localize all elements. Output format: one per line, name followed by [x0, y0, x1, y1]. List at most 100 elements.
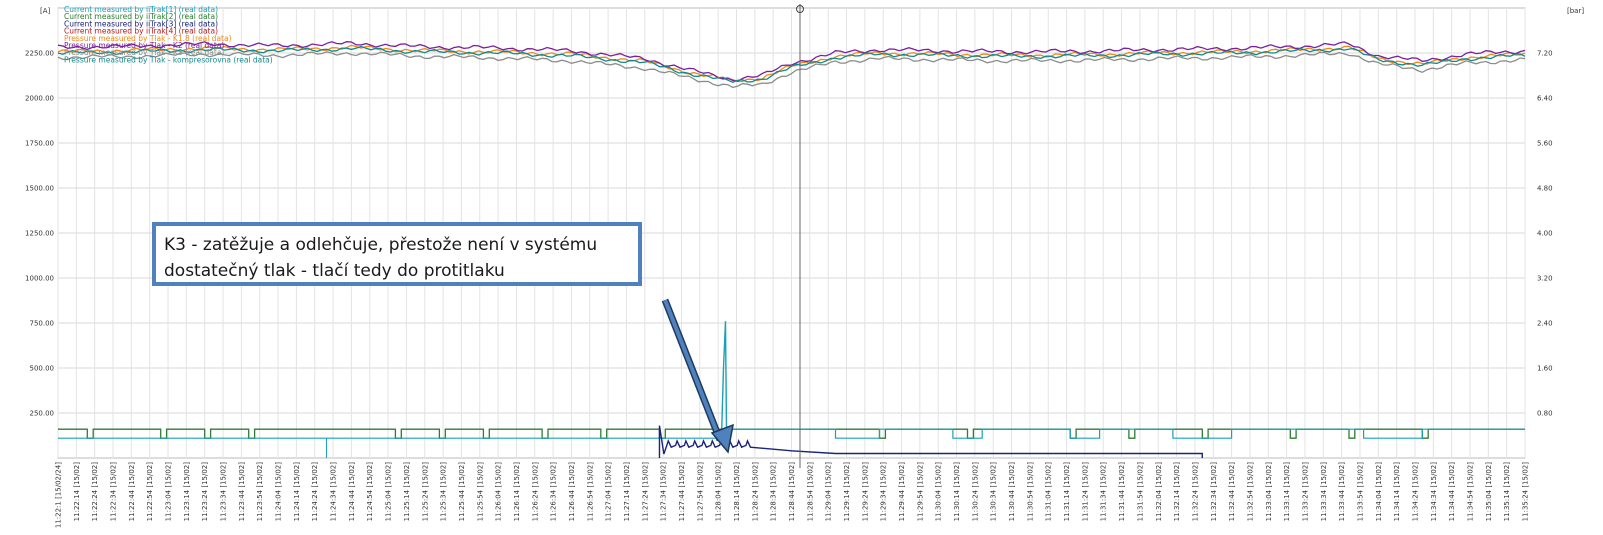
x-tick-label: 11:22:24 [15/02]	[91, 462, 99, 522]
x-tick-label: 11:32:34 [15/02]	[1210, 462, 1218, 522]
left-tick-label: 1000.00	[25, 275, 54, 283]
right-tick-label: 7.20	[1537, 50, 1553, 58]
x-tick-label: 11:27:34 [15/02]	[660, 462, 668, 522]
x-tick-label: 11:26:24 [15/02]	[531, 462, 539, 522]
x-tick-label: 11:24:04 [15/02]	[275, 462, 283, 522]
x-tick-label: 11:31:24 [15/02]	[1081, 462, 1089, 522]
x-tick-label: 11:29:34 [15/02]	[880, 462, 888, 522]
left-tick-label: 500.00	[30, 365, 55, 373]
right-tick-label: 1.60	[1537, 365, 1553, 373]
annotation-line-2: dostatečný tlak - tlačí tedy do protitla…	[164, 261, 505, 281]
x-tick-label: 11:31:14 [15/02]	[1063, 462, 1071, 522]
x-tick-label: 11:33:44 [15/02]	[1338, 462, 1346, 522]
x-tick-label: 11:23:24 [15/02]	[201, 462, 209, 522]
x-tick-label: 11:28:14 [15/02]	[733, 462, 741, 522]
x-tick-label: 11:26:34 [15/02]	[550, 462, 558, 522]
right-tick-label: 4.00	[1537, 230, 1553, 238]
x-tick-label: 11:35:04 [15/02]	[1485, 462, 1493, 522]
x-tick-label: 11:31:54 [15/02]	[1136, 462, 1144, 522]
x-tick-label: 11:24:54 [15/02]	[366, 462, 374, 522]
x-tick-label: 11:30:04 [15/02]	[935, 462, 943, 522]
x-tick-label: 11:28:54 [15/02]	[806, 462, 814, 522]
right-tick-label: 6.40	[1537, 95, 1553, 103]
x-tick-label: 11:24:24 [15/02]	[311, 462, 319, 522]
x-tick-label: 11:24:14 [15/02]	[293, 462, 301, 522]
x-tick-label: 11:29:54 [15/02]	[916, 462, 924, 522]
annotation-callout: K3 - zatěžuje a odlehčuje, přestože není…	[152, 222, 642, 286]
x-tick-label: 11:29:44 [15/02]	[898, 462, 906, 522]
x-tick-label: 11:22:14 [15/02]	[73, 462, 81, 522]
x-tick-label: 11:31:04 [15/02]	[1045, 462, 1053, 522]
x-tick-label: 11:32:04 [15/02]	[1155, 462, 1163, 522]
x-tick-label: 11:22:1 [15/02/24]	[55, 462, 63, 528]
x-tick-label: 11:32:14 [15/02]	[1173, 462, 1181, 522]
x-tick-label: 11:33:54 [15/02]	[1356, 462, 1364, 522]
left-tick-label: 250.00	[30, 410, 55, 418]
x-tick-label: 11:27:44 [15/02]	[678, 462, 686, 522]
x-tick-label: 11:22:54 [15/02]	[146, 462, 154, 522]
right-tick-label: 5.60	[1537, 140, 1553, 148]
x-tick-label: 11:23:14 [15/02]	[183, 462, 191, 522]
x-tick-label: 11:23:44 [15/02]	[238, 462, 246, 522]
x-tick-label: 11:27:24 [15/02]	[641, 462, 649, 522]
x-tick-label: 11:27:14 [15/02]	[623, 462, 631, 522]
x-tick-label: 11:24:44 [15/02]	[348, 462, 356, 522]
x-tick-label: 11:25:14 [15/02]	[403, 462, 411, 522]
x-tick-label: 11:23:34 [15/02]	[220, 462, 228, 522]
right-axis-ticks: 0.80 1.60 2.40 3.20 4.00 4.80 5.60 6.40 7.20	[1537, 50, 1553, 418]
x-tick-label: 11:30:14 [15/02]	[953, 462, 961, 522]
left-tick-label: 750.00	[30, 320, 55, 328]
x-tick-label: 11:23:54 [15/02]	[256, 462, 264, 522]
x-tick-label: 11:28:04 [15/02]	[715, 462, 723, 522]
x-tick-label: 11:22:34 [15/02]	[110, 462, 118, 522]
left-tick-label: 2250.00	[25, 50, 54, 58]
current-spike	[720, 321, 728, 439]
x-tick-label: 11:30:44 [15/02]	[1008, 462, 1016, 522]
x-tick-label: 11:34:44 [15/02]	[1448, 462, 1456, 522]
x-tick-label: 11:33:24 [15/02]	[1301, 462, 1309, 522]
x-tick-label: 11:25:44 [15/02]	[458, 462, 466, 522]
x-tick-label: 11:34:04 [15/02]	[1375, 462, 1383, 522]
legend-entry: Pressure measured by Tlak - kompresorovn…	[64, 55, 273, 64]
x-tick-label: 11:35:24 [15/02]	[1522, 462, 1530, 522]
x-tick-label: 11:25:24 [15/02]	[421, 462, 429, 522]
x-tick-label: 11:34:14 [15/02]	[1393, 462, 1401, 522]
x-tick-label: 11:32:24 [15/02]	[1191, 462, 1199, 522]
x-tick-label: 11:25:04 [15/02]	[385, 462, 393, 522]
x-tick-label: 11:29:04 [15/02]	[825, 462, 833, 522]
annotation-arrow-shaft-inner	[663, 299, 722, 441]
left-tick-label: 1750.00	[25, 140, 54, 148]
annotation-line-1: K3 - zatěžuje a odlehčuje, přestože není…	[164, 235, 598, 255]
x-tick-label: 11:30:54 [15/02]	[1026, 462, 1034, 522]
right-tick-label: 2.40	[1537, 320, 1553, 328]
right-tick-label: 3.20	[1537, 275, 1553, 283]
x-tick-label: 11:32:54 [15/02]	[1246, 462, 1254, 522]
x-tick-label: 11:30:34 [15/02]	[990, 462, 998, 522]
x-tick-label: 11:33:14 [15/02]	[1283, 462, 1291, 522]
right-axis-unit: [bar]	[1567, 7, 1584, 15]
x-tick-label: 11:22:44 [15/02]	[128, 462, 136, 522]
x-tick-label: 11:34:34 [15/02]	[1430, 462, 1438, 522]
x-tick-label: 11:34:54 [15/02]	[1466, 462, 1474, 522]
x-axis-ticks: 11:22:1 [15/02/24] 11:22:14 [15/02] 11:22:…	[55, 462, 1530, 528]
x-tick-label: 11:26:14 [15/02]	[513, 462, 521, 522]
x-tick-label: 11:29:24 [15/02]	[861, 462, 869, 522]
x-tick-label: 11:33:34 [15/02]	[1320, 462, 1328, 522]
right-tick-label: 4.80	[1537, 185, 1553, 193]
left-tick-label: 1500.00	[25, 185, 54, 193]
x-tick-label: 11:26:44 [15/02]	[568, 462, 576, 522]
x-tick-label: 11:26:04 [15/02]	[495, 462, 503, 522]
x-tick-label: 11:25:54 [15/02]	[476, 462, 484, 522]
x-tick-label: 11:34:24 [15/02]	[1411, 462, 1419, 522]
x-tick-label: 11:29:14 [15/02]	[843, 462, 851, 522]
x-tick-label: 11:32:44 [15/02]	[1228, 462, 1236, 522]
x-tick-label: 11:33:04 [15/02]	[1265, 462, 1273, 522]
left-axis-unit: [A]	[40, 7, 51, 15]
x-tick-label: 11:35:14 [15/02]	[1503, 462, 1511, 522]
x-tick-label: 11:23:04 [15/02]	[165, 462, 173, 522]
x-tick-label: 11:27:54 [15/02]	[696, 462, 704, 522]
left-axis-ticks: 250.00 500.00 750.00 1000.00 1250.00 1500.00 1…	[25, 50, 54, 418]
x-tick-label: 11:31:34 [15/02]	[1100, 462, 1108, 522]
x-tick-label: 11:26:54 [15/02]	[586, 462, 594, 522]
x-tick-label: 11:28:44 [15/02]	[788, 462, 796, 522]
